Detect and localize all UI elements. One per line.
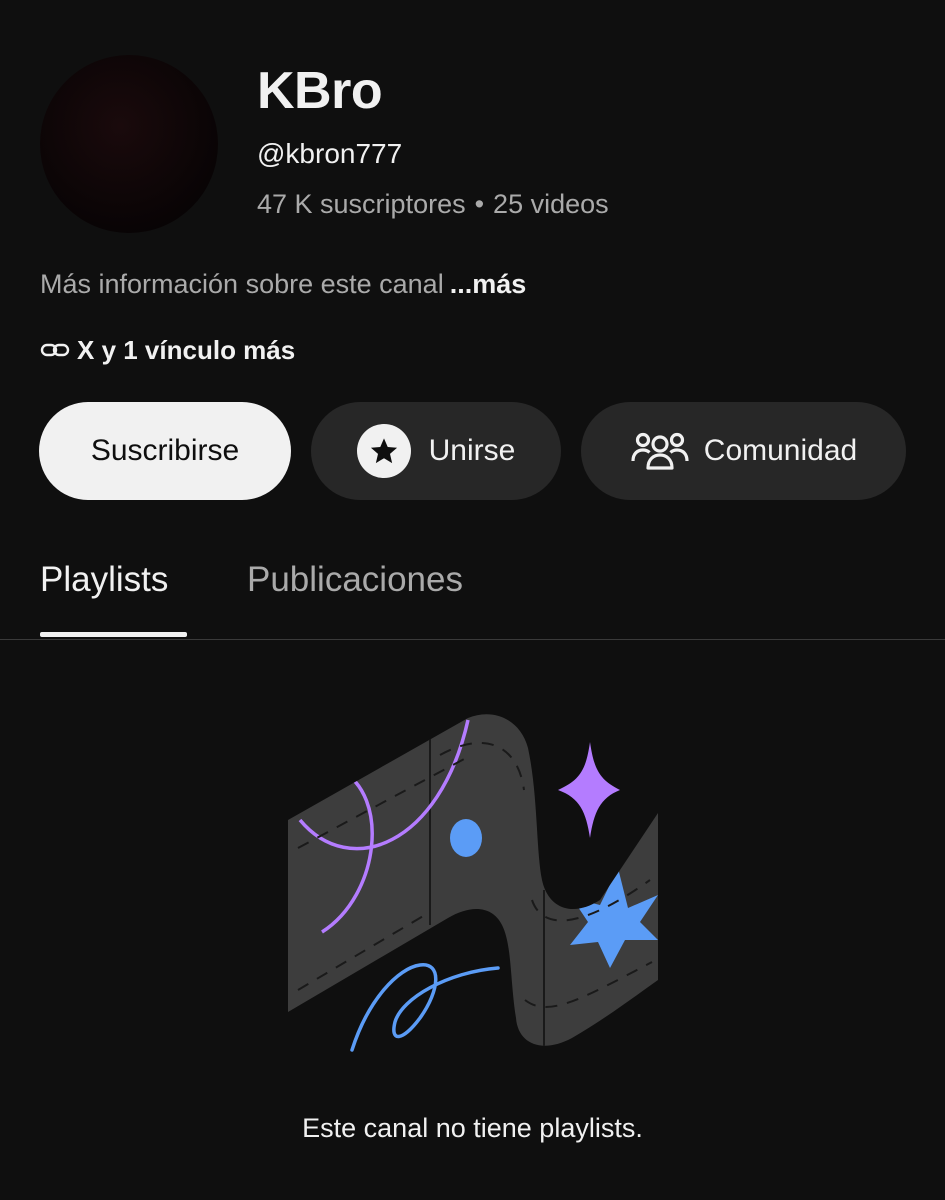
channel-handle: @kbron777 [257,138,403,169]
tab-playlists[interactable]: Playlists [40,558,168,602]
channel-about[interactable]: Más información sobre este canal ...más [40,266,526,302]
links-text: X y 1 vínculo más [77,335,296,365]
channel-name: KBro [257,62,383,120]
star-icon [356,424,411,478]
subscriber-count: 47 K suscriptores [257,189,466,219]
tab-publicaciones[interactable]: Publicaciones [247,558,463,602]
channel-links[interactable]: X y 1 vínculo más [40,332,295,368]
about-more-link[interactable]: ...más [450,269,527,299]
community-label: Comunidad [703,434,858,467]
channel-stats: 47 K suscriptores • 25 videos [257,186,609,222]
video-count: 25 videos [493,189,609,219]
empty-playlists-illustration [280,700,670,1060]
link-icon [40,340,70,360]
community-button[interactable]: Comunidad [581,402,906,500]
channel-tabs: Playlists Publicaciones [0,548,945,640]
subscribe-label: Suscribirse [90,434,240,467]
empty-state-message: Este canal no tiene playlists. [302,1113,643,1143]
channel-avatar[interactable] [40,55,218,233]
stats-separator: • [474,189,485,219]
tab-selected-indicator [40,632,187,637]
about-text: Más información sobre este canal [40,269,444,299]
join-label: Unirse [428,434,516,467]
subscribe-button[interactable]: Suscribirse [39,402,291,500]
join-button[interactable]: Unirse [311,402,561,500]
people-icon [630,428,690,474]
